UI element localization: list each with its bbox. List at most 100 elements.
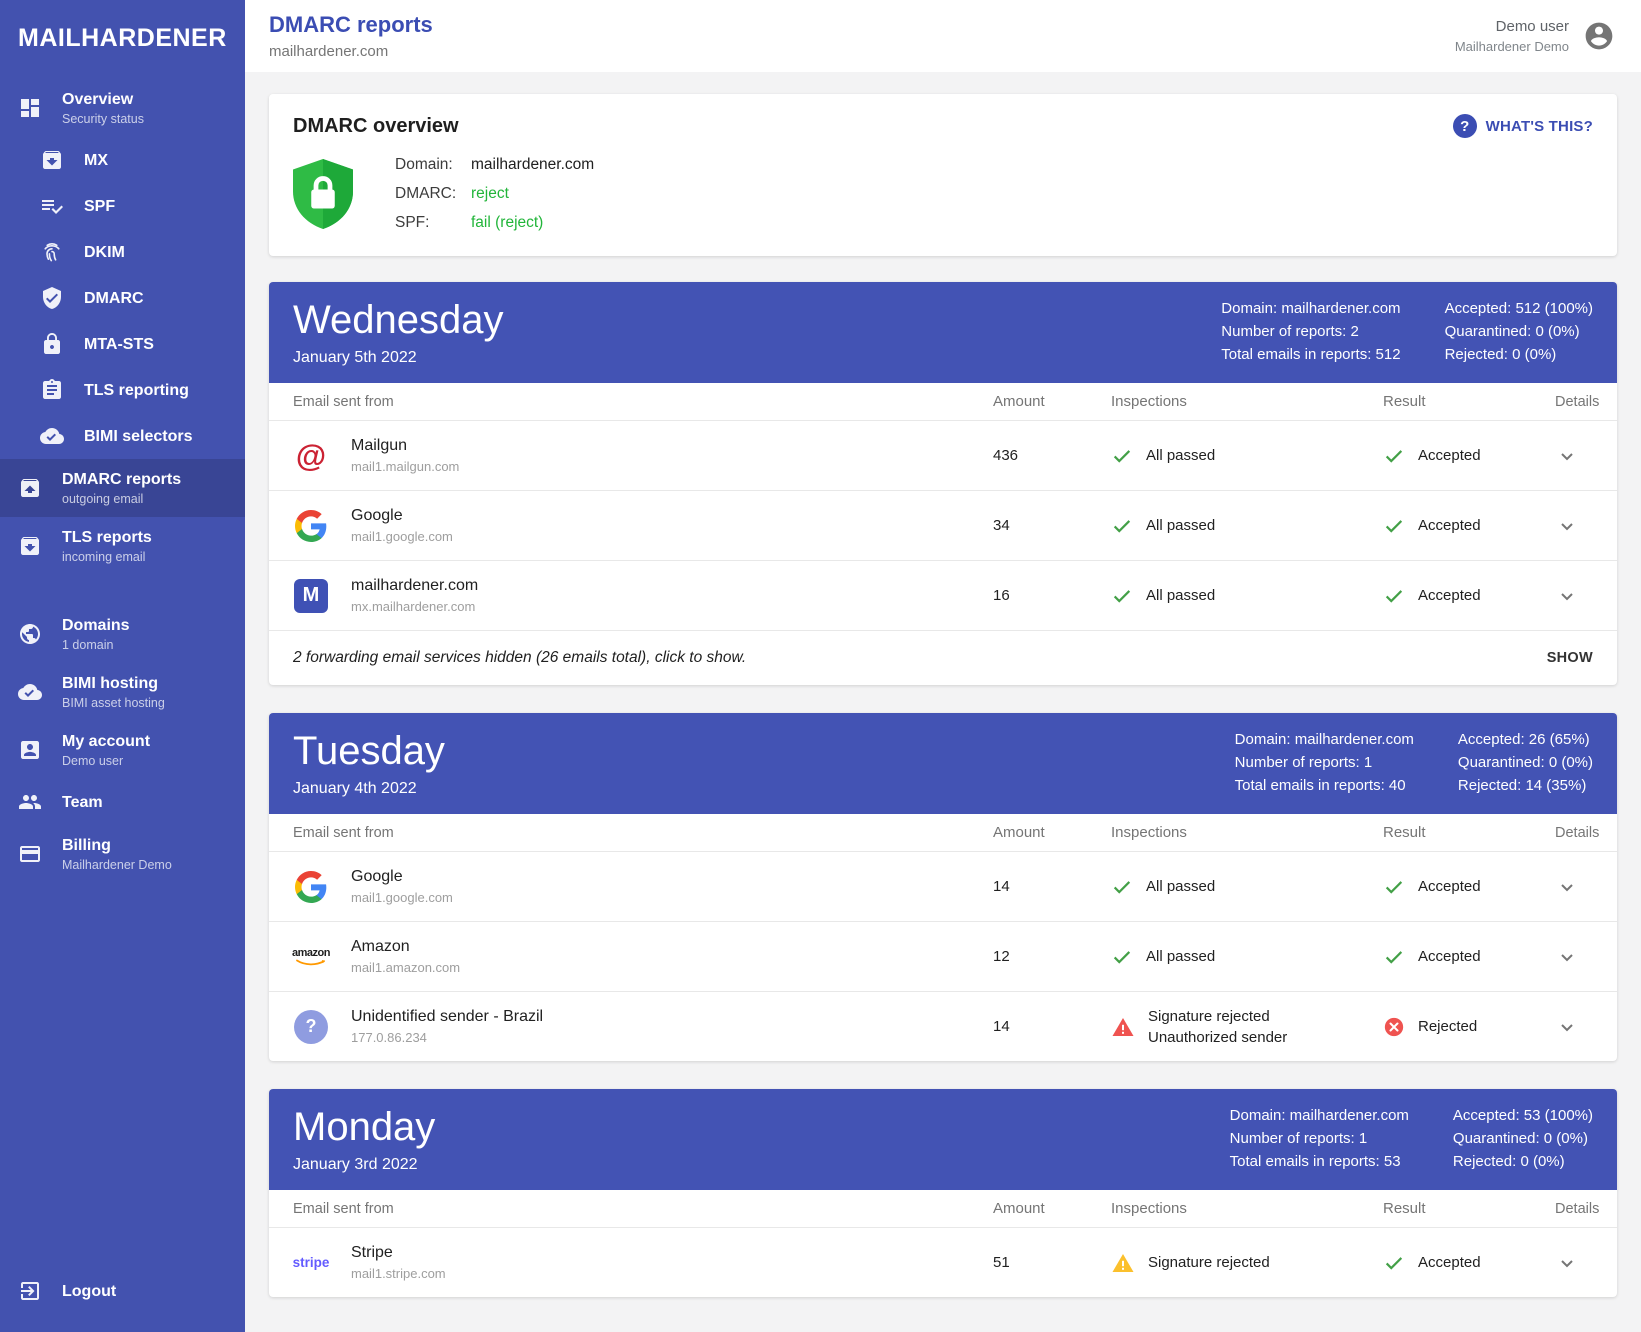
sidebar-item-label: TLS reports	[62, 528, 152, 547]
chevron-down-icon[interactable]	[1555, 1251, 1579, 1275]
sidebar: MAILHARDENER Overview Security status MX…	[0, 0, 245, 1332]
user-avatar-icon[interactable]	[1583, 20, 1615, 52]
col-service: Email sent from	[269, 825, 993, 841]
stat-line: Domain: mailhardener.com	[1221, 297, 1400, 320]
sidebar-item-mta-sts[interactable]: MTA-STS	[0, 321, 245, 367]
sidebar-item-sublabel: 1 domain	[62, 638, 130, 652]
stat-line: Total emails in reports: 512	[1221, 343, 1400, 366]
whats-this-label: WHAT'S THIS?	[1486, 118, 1593, 135]
field-label: Domain:	[395, 156, 471, 174]
day-card-tuesday: Tuesday January 4th 2022 Domain: mailhar…	[269, 713, 1617, 1061]
page-subtitle: mailhardener.com	[269, 43, 433, 60]
sidebar-item-label: DMARC reports	[62, 470, 181, 489]
check-icon	[1383, 445, 1405, 467]
check-icon	[1111, 585, 1133, 607]
day-title: Wednesday	[293, 296, 504, 344]
amount-value: 16	[993, 587, 1111, 604]
sidebar-item-dkim[interactable]: DKIM	[0, 229, 245, 275]
day-header: Tuesday January 4th 2022 Domain: mailhar…	[269, 713, 1617, 814]
service-host: mail1.google.com	[351, 890, 453, 905]
result-text: Accepted	[1418, 517, 1481, 534]
shield-check-icon	[40, 286, 64, 310]
top-bar: DMARC reports mailhardener.com Demo user…	[245, 0, 1641, 72]
day-date: January 4th 2022	[293, 780, 445, 798]
field-value: mailhardener.com	[471, 156, 594, 174]
sidebar-item-domains[interactable]: Domains 1 domain	[0, 605, 245, 663]
content-area: DMARC overview ? WHAT'S THIS? Domain: ma…	[245, 72, 1641, 1332]
sidebar-item-sublabel: BIMI asset hosting	[62, 696, 165, 710]
day-date: January 3rd 2022	[293, 1156, 435, 1174]
day-stats-right: Accepted: 512 (100%) Quarantined: 0 (0%)…	[1445, 297, 1593, 366]
user-org: Mailhardener Demo	[1455, 39, 1569, 54]
sidebar-item-sublabel: incoming email	[62, 550, 152, 564]
sidebar-item-dmarc-reports[interactable]: DMARC reports outgoing email	[0, 459, 245, 517]
col-amount: Amount	[993, 824, 1111, 841]
sidebar-item-dmarc[interactable]: DMARC	[0, 275, 245, 321]
inspection-text: All passed	[1146, 445, 1215, 466]
sidebar-item-bimi-selectors[interactable]: BIMI selectors	[0, 413, 245, 459]
inspection-text: Signature rejectedUnauthorized sender	[1148, 1006, 1287, 1048]
col-details: Details	[1555, 825, 1617, 841]
stat-line: Number of reports: 2	[1221, 320, 1400, 343]
day-stats: Domain: mailhardener.com Number of repor…	[1235, 728, 1593, 797]
col-amount: Amount	[993, 393, 1111, 410]
sidebar-item-my-account[interactable]: My account Demo user	[0, 721, 245, 779]
day-date: January 5th 2022	[293, 349, 504, 367]
result-text: Accepted	[1418, 447, 1481, 464]
user-name: Demo user	[1455, 18, 1569, 35]
chevron-down-icon[interactable]	[1555, 1015, 1579, 1039]
stat-line: Rejected: 0 (0%)	[1445, 343, 1593, 366]
day-header: Monday January 3rd 2022 Domain: mailhard…	[269, 1089, 1617, 1190]
chevron-down-icon[interactable]	[1555, 875, 1579, 899]
service-name: Amazon	[351, 938, 460, 956]
col-service: Email sent from	[269, 394, 993, 410]
shield-lock-icon	[293, 159, 353, 229]
sidebar-item-mx[interactable]: MX	[0, 137, 245, 183]
user-text: Demo user Mailhardener Demo	[1455, 18, 1569, 54]
sidebar-item-bimi-hosting[interactable]: BIMI hosting BIMI asset hosting	[0, 663, 245, 721]
checklist-icon	[40, 194, 64, 218]
chevron-down-icon[interactable]	[1555, 514, 1579, 538]
chevron-down-icon[interactable]	[1555, 945, 1579, 969]
result-text: Accepted	[1418, 878, 1481, 895]
day-stats-left: Domain: mailhardener.com Number of repor…	[1230, 1104, 1409, 1173]
user-block: Demo user Mailhardener Demo	[1455, 18, 1615, 54]
service-name: Google	[351, 507, 453, 525]
sidebar-item-overview[interactable]: Overview Security status	[0, 79, 245, 137]
chevron-down-icon[interactable]	[1555, 584, 1579, 608]
check-icon	[1111, 876, 1133, 898]
sidebar-item-sublabel: Mailhardener Demo	[62, 858, 172, 872]
service-name: Stripe	[351, 1244, 446, 1262]
check-icon	[1383, 876, 1405, 898]
sidebar-item-spf[interactable]: SPF	[0, 183, 245, 229]
help-icon: ?	[1453, 114, 1477, 138]
table-header: Email sent from Amount Inspections Resul…	[269, 383, 1617, 420]
hidden-services-note: 2 forwarding email services hidden (26 e…	[293, 649, 746, 667]
hidden-services-row[interactable]: 2 forwarding email services hidden (26 e…	[269, 630, 1617, 685]
sidebar-item-logout[interactable]: Logout	[0, 1268, 245, 1314]
sidebar-item-team[interactable]: Team	[0, 779, 245, 825]
sidebar-item-tls-reports[interactable]: TLS reports incoming email	[0, 517, 245, 575]
sidebar-item-label: SPF	[84, 197, 115, 216]
inbox-archive-icon	[40, 148, 64, 172]
service-host: 177.0.86.234	[351, 1030, 543, 1045]
main-area: DMARC reports mailhardener.com Demo user…	[245, 0, 1641, 1332]
sidebar-item-label: Billing	[62, 836, 172, 855]
clipboard-icon	[40, 378, 64, 402]
people-icon	[18, 790, 42, 814]
amount-value: 14	[993, 878, 1111, 895]
sidebar-item-billing[interactable]: Billing Mailhardener Demo	[0, 825, 245, 883]
whats-this-link[interactable]: ? WHAT'S THIS?	[1453, 114, 1593, 138]
sidebar-item-tls-reporting[interactable]: TLS reporting	[0, 367, 245, 413]
overview-fields: Domain: mailhardener.com DMARC: reject S…	[395, 156, 594, 232]
inspection-text: All passed	[1146, 876, 1215, 897]
show-button[interactable]: SHOW	[1547, 650, 1593, 666]
sidebar-item-label: DMARC	[84, 289, 144, 308]
sidebar-item-label: BIMI hosting	[62, 674, 165, 693]
chevron-down-icon[interactable]	[1555, 444, 1579, 468]
sidebar-item-label: Logout	[62, 1282, 116, 1301]
check-icon	[1383, 946, 1405, 968]
amazon-icon: amazon	[293, 939, 329, 975]
result-text: Accepted	[1418, 948, 1481, 965]
col-inspections: Inspections	[1111, 393, 1383, 410]
